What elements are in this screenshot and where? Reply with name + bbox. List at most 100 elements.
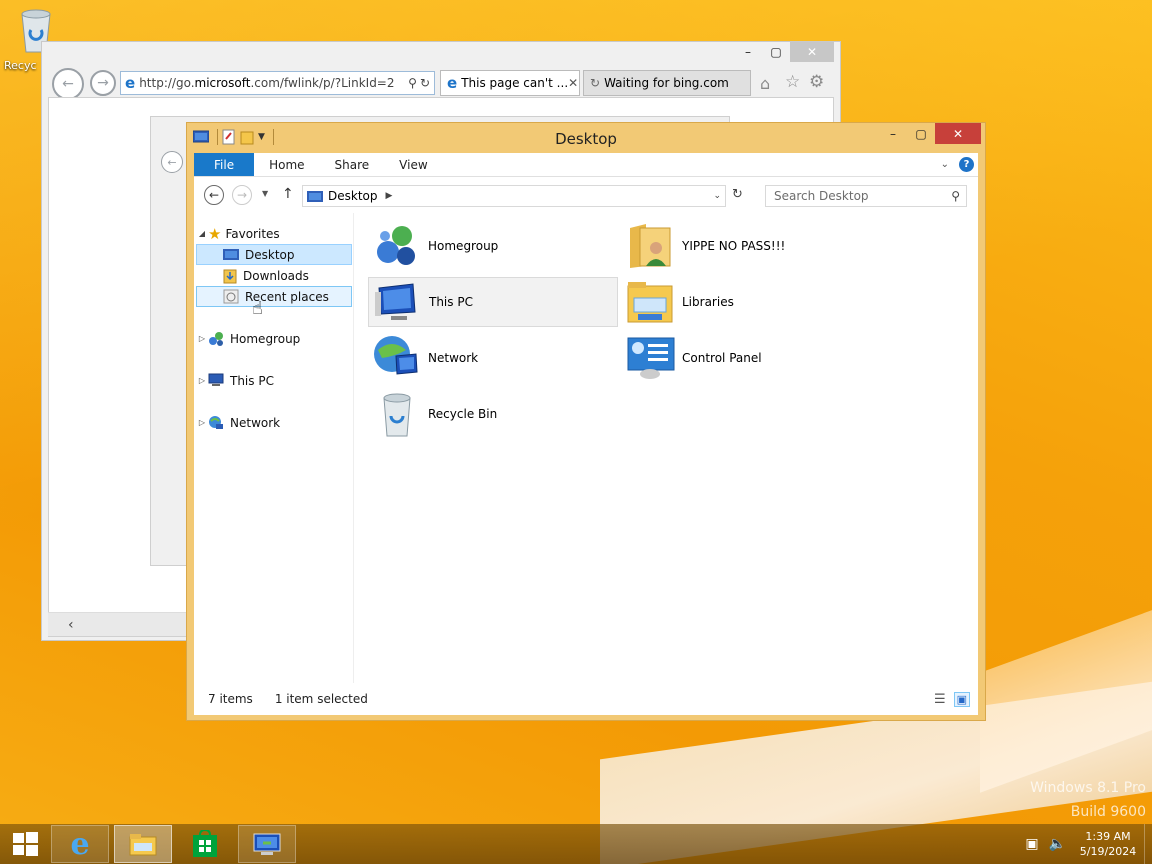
- search-icon[interactable]: ⚲: [951, 189, 966, 203]
- ie-tab-close-icon[interactable]: ✕: [568, 76, 579, 90]
- desktop-icon: [223, 249, 239, 260]
- taskbar-explorer-button[interactable]: [114, 825, 172, 863]
- up-button[interactable]: ↑: [282, 186, 294, 202]
- control-panel-icon: [627, 337, 675, 379]
- libraries-icon: [627, 282, 673, 323]
- ie-favorites-icon[interactable]: ☆: [785, 72, 800, 92]
- store-icon: [193, 830, 217, 857]
- ie-tab-logo-icon: e: [447, 74, 458, 92]
- tab-share[interactable]: Share: [320, 153, 385, 176]
- star-icon: ★: [208, 224, 222, 243]
- ie-address-bar[interactable]: e http://go. microsoft .com/fwlink/p/?Link…: [120, 71, 435, 95]
- navigation-bar: ← → ▼ ↑ Desktop ▶ ⌄ ↻ Search Desktop ⚲: [194, 177, 978, 213]
- sidebar-item-homegroup[interactable]: ▷ Homegroup: [196, 328, 300, 349]
- sidebar-label: Desktop: [245, 247, 295, 262]
- sidebar-label: Homegroup: [230, 331, 301, 346]
- explorer-close-button[interactable]: ✕: [935, 123, 981, 144]
- sidebar-item-downloads[interactable]: Downloads: [196, 265, 309, 286]
- search-placeholder: Search Desktop: [774, 189, 869, 203]
- file-list: Homegroup YIPPE NO PASS!!! This PC Libra…: [354, 213, 978, 683]
- ie-tab-title: This page can't ...: [461, 76, 569, 90]
- ie-home-icon[interactable]: ⌂: [760, 74, 770, 93]
- taskbar-store-button[interactable]: [176, 825, 234, 863]
- network-status-icon[interactable]: ▣: [1025, 836, 1038, 852]
- tab-view[interactable]: View: [384, 153, 442, 176]
- url-domain: microsoft: [194, 76, 251, 90]
- refresh-icon[interactable]: ↻: [732, 187, 743, 202]
- ribbon-tabs: File Home Share View ⌄ ?: [194, 153, 978, 177]
- sidebar-label: Downloads: [243, 268, 309, 283]
- sidebar-label: Favorites: [225, 226, 280, 241]
- forward-button[interactable]: →: [232, 185, 252, 205]
- collapse-arrow-icon[interactable]: ◢: [196, 229, 208, 238]
- start-button[interactable]: [0, 825, 50, 863]
- clock[interactable]: 1:39 AM 5/19/2024: [1072, 829, 1144, 859]
- expand-arrow-icon[interactable]: ▷: [196, 376, 208, 385]
- show-desktop-button[interactable]: [1144, 824, 1152, 864]
- sidebar-item-network[interactable]: ▷ Network: [196, 412, 280, 433]
- sidebar-item-this-pc[interactable]: ▷ This PC: [196, 370, 274, 391]
- loading-spinner-icon: ↻: [590, 76, 601, 90]
- item-recycle-bin[interactable]: Recycle Bin: [368, 389, 618, 439]
- tab-home[interactable]: Home: [254, 153, 319, 176]
- taskbar-ie-button[interactable]: e: [51, 825, 109, 863]
- ie-tab-loading[interactable]: ↻ Waiting for bing.com: [583, 70, 751, 96]
- explorer-titlebar[interactable]: ▼ Desktop – ▢ ✕: [187, 123, 985, 153]
- ie-logo-icon: e: [125, 74, 136, 92]
- remote-desktop-icon: [253, 833, 281, 855]
- user-folder-icon: [630, 224, 671, 268]
- item-count: 7 items: [208, 692, 253, 706]
- address-bar[interactable]: Desktop ▶ ⌄: [302, 185, 726, 207]
- ie-forward-button[interactable]: →: [90, 70, 116, 96]
- scroll-left-icon[interactable]: ‹: [68, 617, 74, 633]
- taskbar-app-button[interactable]: [238, 825, 296, 863]
- large-icons-view-icon[interactable]: ▣: [953, 691, 970, 707]
- explorer-window[interactable]: ▼ Desktop – ▢ ✕ File Home Share View ⌄ ?…: [186, 122, 986, 721]
- explorer-minimize-button[interactable]: –: [879, 123, 907, 144]
- help-icon[interactable]: ?: [959, 157, 974, 172]
- ie-tab-title: Waiting for bing.com: [604, 76, 729, 90]
- expand-ribbon-icon[interactable]: ⌄: [941, 159, 949, 170]
- ie-titlebar[interactable]: – ▢ ✕: [42, 42, 840, 66]
- homegroup-icon: [377, 226, 415, 265]
- ie-search-icon[interactable]: ⚲: [405, 76, 420, 90]
- sidebar-item-favorites[interactable]: ◢ ★ Favorites: [196, 223, 280, 244]
- ie-horizontal-scrollbar[interactable]: ‹: [48, 612, 198, 636]
- clock-time: 1:39 AM: [1085, 830, 1131, 843]
- sidebar-item-recent-places[interactable]: Recent places: [196, 286, 352, 307]
- ie-back-button[interactable]: ←: [52, 68, 84, 100]
- item-network[interactable]: Network: [368, 333, 618, 383]
- ie-close-button[interactable]: ✕: [790, 42, 834, 62]
- internet-explorer-icon: e: [70, 826, 90, 862]
- item-homegroup[interactable]: Homegroup: [368, 221, 618, 271]
- details-view-icon[interactable]: ☰: [934, 692, 946, 707]
- ie-refresh-icon[interactable]: ↻: [420, 76, 434, 90]
- back-button[interactable]: ←: [204, 185, 224, 205]
- ie-tab-active[interactable]: e This page can't ... ✕: [440, 70, 580, 96]
- recent-locations-icon[interactable]: ▼: [262, 189, 268, 198]
- volume-muted-icon[interactable]: 🔈: [1049, 836, 1066, 852]
- item-yippe-no-pass[interactable]: YIPPE NO PASS!!!: [622, 221, 872, 271]
- search-input[interactable]: Search Desktop ⚲: [765, 185, 967, 207]
- address-dropdown-icon[interactable]: ⌄: [713, 191, 725, 201]
- expand-arrow-icon[interactable]: ▷: [196, 418, 208, 427]
- item-control-panel[interactable]: Control Panel: [622, 333, 872, 383]
- breadcrumb-chevron-icon[interactable]: ▶: [386, 191, 393, 201]
- expand-arrow-icon[interactable]: ▷: [196, 334, 208, 343]
- tab-file[interactable]: File: [194, 153, 255, 176]
- explorer-maximize-button[interactable]: ▢: [907, 123, 935, 144]
- windows-edition-watermark: Windows 8.1 Pro: [1030, 780, 1146, 796]
- item-label: Recycle Bin: [428, 407, 498, 421]
- status-bar: 7 items 1 item selected ☰ ▣: [194, 683, 978, 715]
- this-pc-icon: [208, 373, 224, 386]
- homegroup-icon: [209, 331, 223, 346]
- desktop-location-icon: [307, 190, 323, 202]
- item-this-pc[interactable]: This PC: [368, 277, 618, 327]
- ie-maximize-button[interactable]: ▢: [762, 42, 790, 62]
- item-libraries[interactable]: Libraries: [622, 277, 872, 327]
- ie-tools-icon[interactable]: ⚙: [809, 72, 824, 92]
- mouse-cursor-icon: ☝: [252, 298, 263, 319]
- clock-date: 5/19/2024: [1079, 845, 1137, 858]
- sidebar-item-desktop[interactable]: Desktop: [196, 244, 352, 265]
- ie-minimize-button[interactable]: –: [734, 42, 762, 62]
